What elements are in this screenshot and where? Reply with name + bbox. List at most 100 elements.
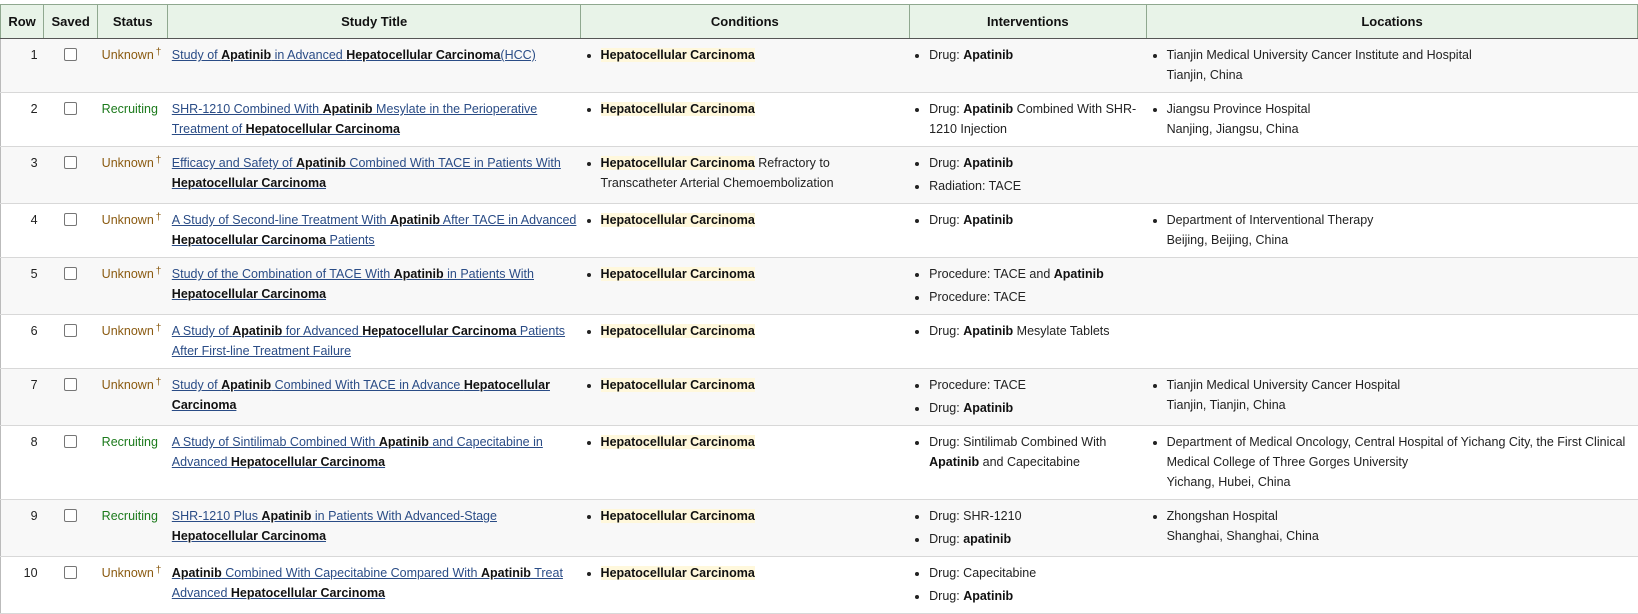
study-title-link[interactable]: SHR-1210 Plus Apatinib in Patients With … [172, 509, 497, 543]
highlighted-term: Apatinib [963, 48, 1014, 62]
study-title-link[interactable]: SHR-1210 Combined With Apatinib Mesylate… [172, 102, 537, 136]
highlighted-term[interactable]: Apatinib [390, 213, 440, 227]
study-title-cell: A Study of Second-line Treatment With Ap… [167, 203, 581, 258]
text-segment[interactable]: Study of [172, 48, 221, 62]
save-checkbox[interactable] [64, 566, 78, 579]
table-row: 2 Recruiting SHR-1210 Combined With Apatin… [0, 92, 1638, 147]
study-title-link[interactable]: Study of the Combination of TACE With Ap… [172, 267, 534, 301]
text-segment[interactable]: Study of the Combination of TACE With [172, 267, 394, 281]
text-segment[interactable]: in Patients With Advanced-Stage [311, 509, 497, 523]
text-segment[interactable]: A Study of Sintilimab Combined With [172, 435, 379, 449]
study-title-link[interactable]: A Study of Apatinib for Advanced Hepatoc… [172, 324, 565, 358]
text-segment[interactable]: Efficacy and Safety of [172, 156, 296, 170]
table-row: 7 Unknown † Study of Apatinib Combined With… [0, 368, 1638, 426]
locations-list: Tianjin Medical University Cancer Instit… [1151, 45, 1634, 85]
highlighted-term: Hepatocellular Carcinoma [600, 267, 755, 281]
header-conditions[interactable]: Conditions [580, 4, 910, 39]
saved-cell [43, 368, 98, 426]
highlighted-term[interactable]: Hepatocellular Carcinoma [362, 324, 516, 338]
text-segment[interactable]: Combined With TACE in Advance [271, 378, 464, 392]
interventions-list: Drug: Apatinib Combined With SHR-1210 In… [913, 99, 1142, 139]
study-title-link[interactable]: A Study of Second-line Treatment With Ap… [172, 213, 577, 247]
row-number: 5 [0, 257, 44, 315]
conditions-list: Hepatocellular Carcinoma [585, 321, 906, 341]
save-checkbox[interactable] [64, 324, 78, 337]
text-segment[interactable]: Combined With Capecitabine Compared With [222, 566, 481, 580]
highlighted-term[interactable]: Apatinib [481, 566, 531, 580]
conditions-cell: Hepatocellular Carcinoma [580, 38, 910, 93]
locations-list: Department of Interventional Therapy Beij… [1151, 210, 1634, 250]
row-number: 7 [0, 368, 44, 426]
highlighted-term[interactable]: Apatinib [221, 378, 271, 392]
highlighted-term: Hepatocellular Carcinoma [600, 48, 755, 62]
text-segment[interactable]: (HCC) [500, 48, 535, 62]
status-cell: Unknown † [97, 203, 168, 258]
study-title-link[interactable]: Apatinib Combined With Capecitabine Comp… [172, 566, 563, 600]
text-segment[interactable]: SHR-1210 Combined With [172, 102, 323, 116]
study-title-link[interactable]: Study of Apatinib in Advanced Hepatocell… [172, 48, 536, 62]
text-segment[interactable]: SHR-1210 Plus [172, 509, 262, 523]
locations-cell [1146, 146, 1638, 204]
header-interventions[interactable]: Interventions [908, 4, 1148, 39]
highlighted-term[interactable]: Apatinib [379, 435, 429, 449]
highlighted-term[interactable]: Apatinib [296, 156, 346, 170]
header-row-number[interactable]: Row [0, 4, 45, 39]
interventions-list: Drug: Apatinib Radiation: TACE [913, 153, 1142, 196]
header-locations[interactable]: Locations [1146, 4, 1638, 39]
interventions-list: Drug: Apatinib Mesylate Tablets [913, 321, 1142, 341]
row-number: 2 [0, 92, 44, 147]
highlighted-term[interactable]: Hepatocellular Carcinoma [172, 176, 326, 190]
interventions-cell: Procedure: TACE and ApatinibProcedure: T… [909, 257, 1147, 315]
highlighted-term[interactable]: Hepatocellular Carcinoma [231, 455, 385, 469]
location-item: Tianjin Medical University Cancer Instit… [1167, 45, 1634, 85]
interventions-list: Drug: SHR-1210 Drug: apatinib [913, 506, 1142, 549]
text-segment: Drug: [929, 401, 964, 415]
text-segment[interactable]: Combined With TACE in Patients With [346, 156, 560, 170]
conditions-list: Hepatocellular Carcinoma [585, 210, 906, 230]
text-segment[interactable]: Patients [326, 233, 374, 247]
text-segment: Drug: Sintilimab Combined With [929, 435, 1107, 449]
highlighted-term[interactable]: Hepatocellular Carcinoma [246, 122, 400, 136]
highlighted-term[interactable]: Hepatocellular Carcinoma [172, 233, 326, 247]
header-saved[interactable]: Saved [43, 4, 99, 39]
text-segment[interactable]: Study of [172, 378, 221, 392]
text-segment[interactable]: in Advanced [271, 48, 346, 62]
save-checkbox[interactable] [64, 48, 78, 61]
save-checkbox[interactable] [64, 102, 78, 115]
text-segment: Drug: [929, 213, 964, 227]
text-segment[interactable]: A Study of Second-line Treatment With [172, 213, 390, 227]
condition-item: Hepatocellular Carcinoma [600, 563, 906, 583]
save-checkbox[interactable] [64, 378, 78, 391]
highlighted-term[interactable]: Apatinib [172, 566, 222, 580]
highlighted-term[interactable]: Apatinib [221, 48, 271, 62]
highlighted-term[interactable]: Hepatocellular Carcinoma [172, 529, 326, 543]
save-checkbox[interactable] [64, 509, 78, 522]
highlighted-term[interactable]: Hepatocellular Carcinoma [346, 48, 500, 62]
status-badge: Recruiting [101, 509, 158, 523]
study-title-link[interactable]: A Study of Sintilimab Combined With Apat… [172, 435, 543, 469]
location-place: Nanjing, Jiangsu, China [1166, 122, 1299, 136]
save-checkbox[interactable] [64, 435, 78, 448]
highlighted-term[interactable]: Apatinib [261, 509, 311, 523]
highlighted-term[interactable]: Hepatocellular Carcinoma [172, 287, 326, 301]
text-segment[interactable]: After TACE in Advanced [440, 213, 577, 227]
save-checkbox[interactable] [64, 213, 78, 226]
locations-cell: Jiangsu Province Hospital Nanjing, Jiangs… [1146, 92, 1638, 147]
header-study-title[interactable]: Study Title [167, 4, 582, 39]
text-segment[interactable]: in Patients With [444, 267, 534, 281]
save-checkbox[interactable] [64, 156, 78, 169]
text-segment[interactable]: for Advanced [282, 324, 362, 338]
condition-item: Hepatocellular Carcinoma [600, 375, 906, 395]
header-status[interactable]: Status [97, 4, 169, 39]
highlighted-term[interactable]: Apatinib [232, 324, 282, 338]
save-checkbox[interactable] [64, 267, 78, 280]
highlighted-term[interactable]: Apatinib [394, 267, 444, 281]
text-segment[interactable]: A Study of [172, 324, 232, 338]
interventions-list: Drug: Sintilimab Combined With Apatinib … [913, 432, 1142, 472]
highlighted-term[interactable]: Hepatocellular Carcinoma [231, 586, 385, 600]
highlighted-term: Hepatocellular Carcinoma [600, 213, 755, 227]
highlighted-term[interactable]: Apatinib [323, 102, 373, 116]
study-title-link[interactable]: Study of Apatinib Combined With TACE in … [172, 378, 550, 412]
results-table: Row Saved Status Study Title Conditions … [0, 4, 1638, 614]
study-title-link[interactable]: Efficacy and Safety of Apatinib Combined… [172, 156, 561, 190]
